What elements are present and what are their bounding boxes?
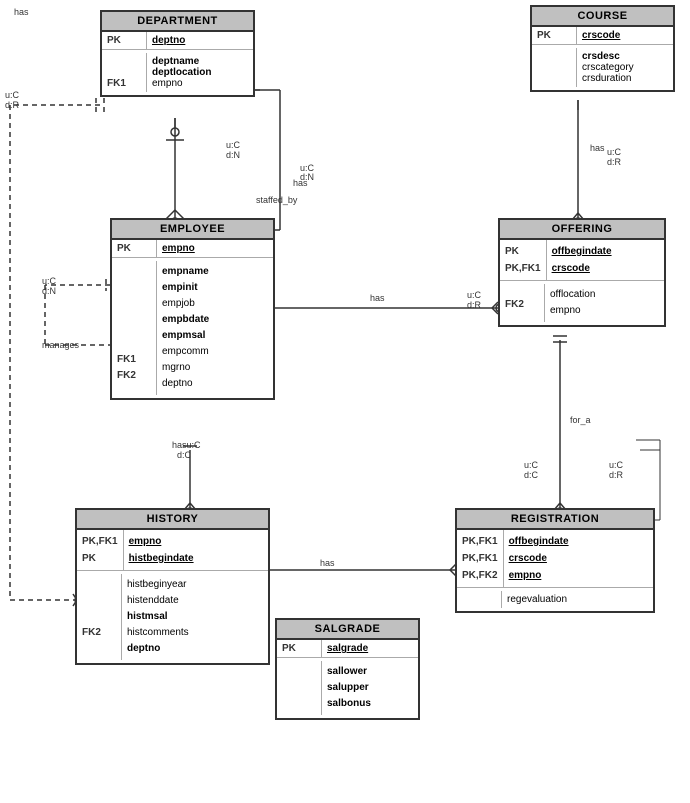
sal-pk-label: PK <box>282 643 316 654</box>
label-uc-course: u:C <box>607 147 621 157</box>
label-dr-dept-left: d:R <box>5 100 19 110</box>
hist-histbegindate: histbegindate <box>129 550 194 567</box>
label-staffed-by: staffed_by <box>256 195 297 205</box>
hist-histcomments: histcomments <box>127 625 189 641</box>
emp-empjob: empjob <box>162 296 209 312</box>
label-uc-emp-off: u:C <box>467 290 481 300</box>
hist-histenddate: histenddate <box>127 593 189 609</box>
reg-crscode: crscode <box>509 550 569 567</box>
hist-histmsal: histmsal <box>127 609 189 625</box>
entity-employee-title: EMPLOYEE <box>112 220 273 240</box>
dept-deptname: deptname <box>152 56 211 67</box>
label-has-course-off: has <box>590 143 605 153</box>
course-crscategory: crscategory <box>582 62 634 73</box>
sal-salbonus: salbonus <box>327 696 371 712</box>
course-crsdesc: crsdesc <box>582 51 634 62</box>
entity-registration-title: REGISTRATION <box>457 510 653 530</box>
label-has-hist-reg: has <box>320 558 335 568</box>
emp-pk-label: PK <box>117 243 151 254</box>
emp-fk2-label: FK2 <box>117 368 151 384</box>
emp-fk1-label: FK1 <box>117 352 151 368</box>
dept-pk-label: PK <box>107 35 141 46</box>
emp-empno: empno <box>162 243 195 254</box>
hist-deptno: deptno <box>127 641 189 657</box>
entity-history: HISTORY PK,FK1 PK empno histbegindate FK… <box>75 508 270 665</box>
entity-department: DEPARTMENT PK deptno FK1 deptname deptlo… <box>100 10 255 97</box>
entity-course: COURSE PK crscode crsdesc crscategory cr… <box>530 5 675 92</box>
emp-deptno: deptno <box>162 376 209 392</box>
emp-empname: empname <box>162 264 209 280</box>
label-dr-emp-off: d:R <box>467 300 481 310</box>
off-offlocation: offlocation <box>550 287 595 303</box>
label-uc-dept-left: u:C <box>5 90 19 100</box>
dept-deptno: deptno <box>152 35 185 46</box>
entity-registration: REGISTRATION PK,FK1 PK,FK1 PK,FK2 offbeg… <box>455 508 655 613</box>
dept-empno: empno <box>152 78 211 89</box>
entity-salgrade-title: SALGRADE <box>277 620 418 640</box>
off-empno: empno <box>550 303 595 319</box>
reg-offbegindate: offbegindate <box>509 533 569 550</box>
sal-salgrade: salgrade <box>327 643 368 654</box>
course-crsduration: crsduration <box>582 73 634 84</box>
reg-empno: empno <box>509 567 569 584</box>
dept-deptlocation: deptlocation <box>152 67 211 78</box>
label-for-a: for_a <box>570 415 591 425</box>
emp-empcomm: empcomm <box>162 344 209 360</box>
entity-salgrade: SALGRADE PK salgrade sallower salupper s… <box>275 618 420 720</box>
hist-pkfk1-label: PK,FK1 <box>82 533 118 550</box>
course-pk-label: PK <box>537 30 571 41</box>
label-hasu-c: hasu:C <box>172 440 201 450</box>
course-crscode: crscode <box>582 30 620 41</box>
label-dn-1: d:N <box>226 150 240 160</box>
off-offbegindate: offbegindate <box>552 243 612 260</box>
entity-history-title: HISTORY <box>77 510 268 530</box>
off-pkfk1-label: PK,FK1 <box>505 260 541 277</box>
label-dn-2: d:N <box>300 172 314 182</box>
entity-offering: OFFERING PK PK,FK1 offbegindate crscode … <box>498 218 666 327</box>
hist-empno: empno <box>129 533 194 550</box>
label-dr-course: d:R <box>607 157 621 167</box>
reg-pkfk2-label: PK,FK2 <box>462 567 498 584</box>
dept-fk1-label: FK1 <box>107 78 141 89</box>
label-has-left: has <box>14 7 29 17</box>
hist-pk-label: PK <box>82 550 118 567</box>
label-dc-hist: d:C <box>177 450 191 460</box>
label-uc-left: u:C <box>42 276 56 286</box>
entity-employee: EMPLOYEE PK empno FK1 FK2 empname empini… <box>110 218 275 400</box>
label-uc-for-a: u:C <box>524 460 538 470</box>
off-pk-label: PK <box>505 243 541 260</box>
hist-histbeginyear: histbeginyear <box>127 577 189 593</box>
label-manages: manages <box>42 340 79 350</box>
reg-pkfk1b-label: PK,FK1 <box>462 550 498 567</box>
label-uc-1: u:C <box>226 140 240 150</box>
label-dr-reg: d:R <box>609 470 623 480</box>
sal-sallower: sallower <box>327 664 371 680</box>
label-has-emp-off: has <box>370 293 385 303</box>
entity-offering-title: OFFERING <box>500 220 664 240</box>
emp-empinit: empinit <box>162 280 209 296</box>
off-fk2-label: FK2 <box>505 299 539 310</box>
label-dc-for-a: d:C <box>524 470 538 480</box>
off-crscode: crscode <box>552 260 612 277</box>
emp-empbdate: empbdate <box>162 312 209 328</box>
entity-course-title: COURSE <box>532 7 673 27</box>
reg-pkfk1-label: PK,FK1 <box>462 533 498 550</box>
emp-empmsal: empmsal <box>162 328 209 344</box>
reg-regevaluation: regevaluation <box>507 594 567 605</box>
label-uc-reg: u:C <box>609 460 623 470</box>
sal-salupper: salupper <box>327 680 371 696</box>
label-dn-left: d:N <box>42 286 56 296</box>
diagram-container: staffed_by has u:C d:N u:C d:N u:C d:N m… <box>0 0 690 803</box>
entity-department-title: DEPARTMENT <box>102 12 253 32</box>
emp-mgrno: mgrno <box>162 360 209 376</box>
hist-fk2-label: FK2 <box>82 625 116 641</box>
